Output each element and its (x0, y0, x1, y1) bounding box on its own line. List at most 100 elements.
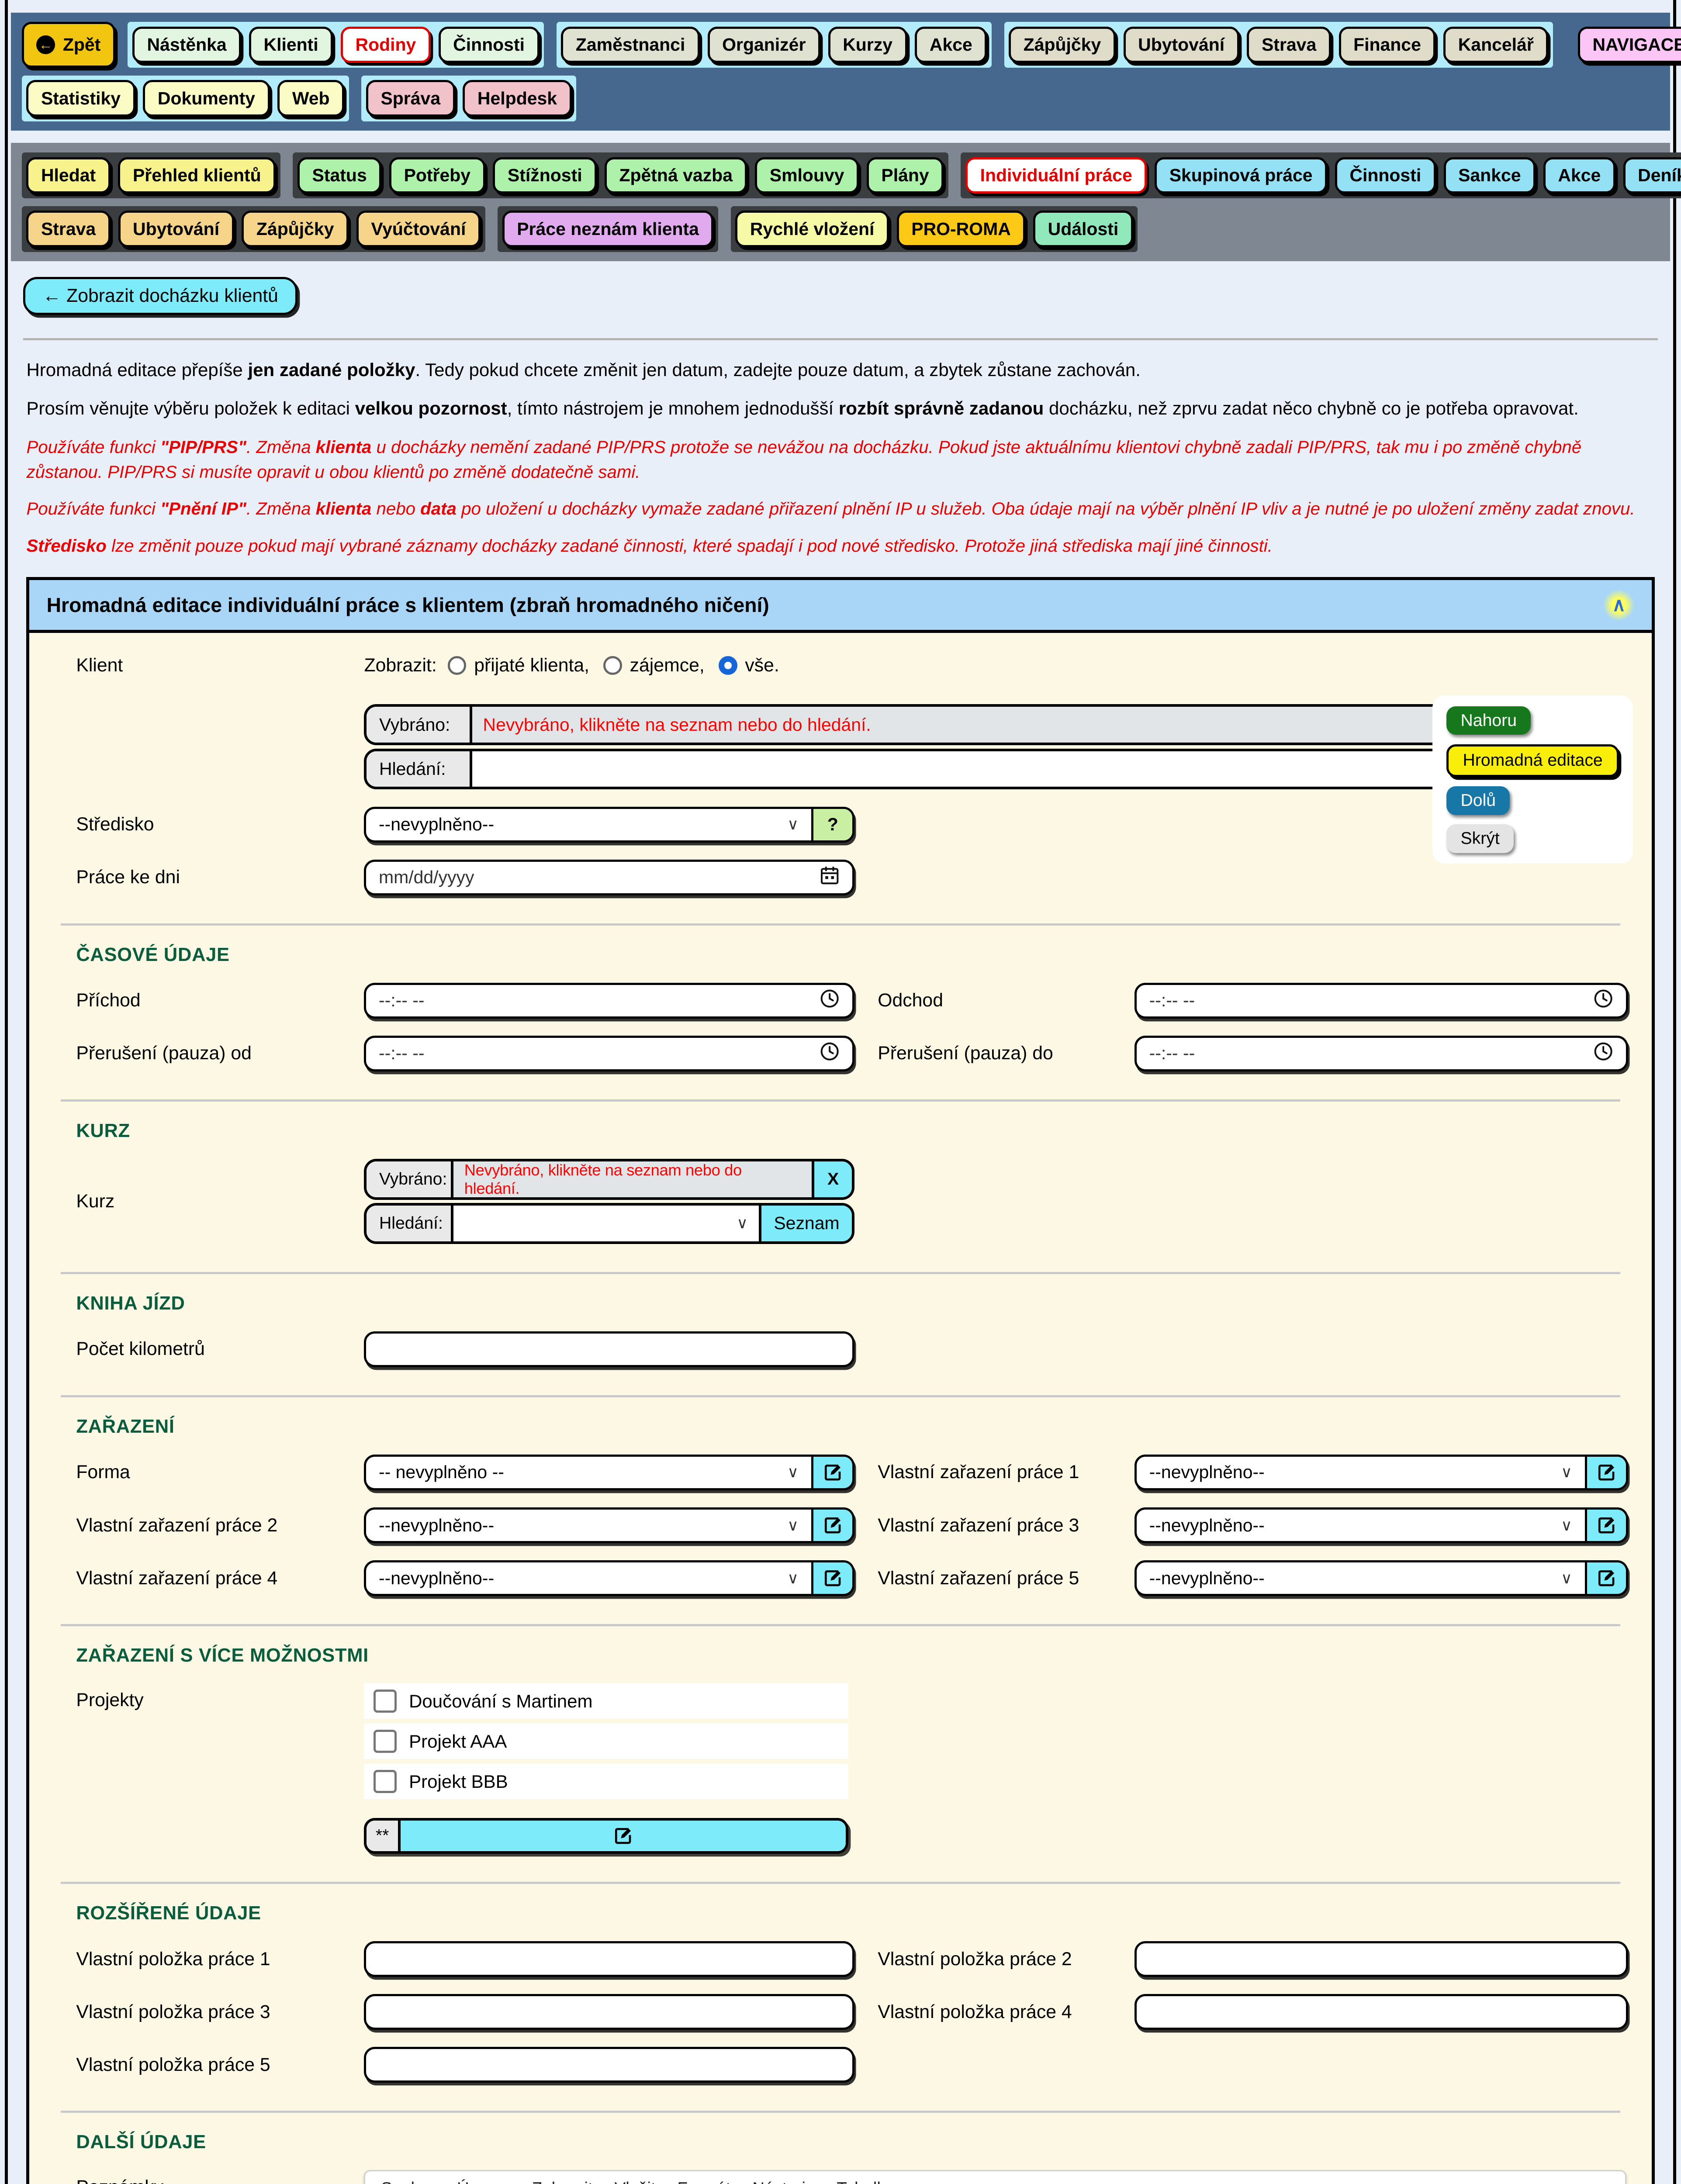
vlastni-zarazeni-prace-3-select[interactable]: --nevyplněno--∨ (1135, 1507, 1628, 1543)
vlastni-zarazeni-prace-4-select[interactable]: --nevyplněno--∨ (364, 1560, 854, 1596)
editor-menu-format[interactable]: Formát (678, 2179, 731, 2184)
checkbox-option-doucovani-s-martinem[interactable]: Doučování s Martinem (364, 1683, 848, 1719)
kurz-selected-row[interactable]: Vybráno: Nevybráno, klikněte na seznam n… (364, 1159, 854, 1200)
nav-button-kurzy[interactable]: Kurzy (828, 27, 907, 63)
nav-button-helpdesk[interactable]: Helpdesk (463, 80, 571, 117)
nav-button-zapujcky[interactable]: Zápůjčky (242, 211, 349, 247)
editor-menu-zobrazit[interactable]: Zobrazit (532, 2179, 593, 2184)
editor-menu-upravy[interactable]: Úpravy (457, 2179, 510, 2184)
nav-button-dokumenty[interactable]: Dokumenty (143, 80, 270, 117)
nav-button-udalosti[interactable]: Události (1033, 211, 1133, 247)
nav-button-sprava[interactable]: Správa (366, 80, 455, 117)
collapse-chevron-icon[interactable]: ∧ (1603, 590, 1634, 621)
top-navigation: ←Zpět NástěnkaKlientiRodinyČinnosti Zaměst… (11, 13, 1670, 131)
stredisko-help-button[interactable]: ? (811, 809, 852, 840)
radio-prijate-klienta[interactable]: přijaté klienta, (448, 655, 589, 676)
nav-button-rodiny[interactable]: Rodiny (341, 27, 431, 63)
vlastni-zarazeni-prace-2-select[interactable]: --nevyplněno--∨ (364, 1507, 854, 1543)
nav-button-zamestnanci[interactable]: Zaměstnanci (561, 27, 699, 63)
klient-selected-row[interactable]: Vybráno: Nevybráno, klikněte na seznam n… (364, 704, 1519, 745)
vlastni-zarazeni-prace-4-edit-button[interactable] (811, 1562, 852, 1594)
main-content: ← Zobrazit docházku klientů Hromadná edi… (8, 261, 1674, 2184)
nav-button-pro-roma[interactable]: PRO-ROMA (897, 211, 1026, 247)
nav-button-kancelar[interactable]: Kancelář (1443, 27, 1548, 63)
nav-button-cinnosti[interactable]: Činnosti (1335, 157, 1436, 194)
nav-button-klienti[interactable]: Klienti (249, 27, 333, 63)
radio-vse[interactable]: vše. (719, 655, 779, 676)
stredisko-select[interactable]: --nevyplněno--∨ ? (364, 807, 854, 843)
nav-button-stiznosti[interactable]: Stížnosti (493, 157, 597, 194)
show-attendance-button[interactable]: ← Zobrazit docházku klientů (23, 277, 297, 315)
nav-button-deniky[interactable]: Deníky (1623, 157, 1681, 194)
side-nahoru-button[interactable]: Nahoru (1446, 706, 1531, 735)
klient-search-input[interactable] (472, 751, 1517, 787)
checkbox-option-projekt-bbb[interactable]: Projekt BBB (364, 1764, 848, 1799)
editor-menu-tabulka[interactable]: Tabulka (837, 2179, 895, 2184)
editor-menu-vlozit[interactable]: Vložit (615, 2179, 656, 2184)
prace-ke-dni-date-input[interactable]: mm/dd/yyyy (364, 860, 854, 895)
nav-button-status[interactable]: Status (297, 157, 381, 194)
vlastni-zarazeni-prace-3-edit-button[interactable] (1585, 1510, 1626, 1541)
nav-button-nastenka[interactable]: Nástěnka (132, 27, 241, 63)
nav-button-potreby[interactable]: Potřeby (389, 157, 485, 194)
vlastni-polozka-prace-3-input[interactable] (364, 1994, 854, 2030)
nav-button-zapujcky[interactable]: Zápůjčky (1009, 27, 1116, 63)
nav-button-ubytovani[interactable]: Ubytování (1124, 27, 1239, 63)
editor-menu-nastroje[interactable]: Nástroje (752, 2179, 815, 2184)
editor-menu-soubor[interactable]: Soubor (381, 2179, 435, 2184)
nav-button-finance[interactable]: Finance (1339, 27, 1436, 63)
nav-button-plany[interactable]: Plány (867, 157, 944, 194)
vlastni-zarazeni-prace-1-select[interactable]: --nevyplněno--∨ (1135, 1455, 1628, 1490)
nav-button-zpetna-vazba[interactable]: Zpětná vazba (605, 157, 747, 194)
nav-button-strava[interactable]: Strava (26, 211, 110, 247)
nav-button-rychle-vlozeni[interactable]: Rychlé vložení (735, 211, 889, 247)
field-label-pauza-od: Přerušení (pauza) od (76, 1043, 364, 1064)
nav-button-ubytovani[interactable]: Ubytování (118, 211, 234, 247)
vlastni-polozka-prace-4-input[interactable] (1135, 1994, 1628, 2030)
vlastni-zarazeni-prace-1-edit-button[interactable] (1585, 1457, 1626, 1488)
nav-button-strava[interactable]: Strava (1247, 27, 1331, 63)
forma-edit-button[interactable] (811, 1457, 852, 1488)
nav-button-web[interactable]: Web (277, 80, 344, 117)
nav-button-akce[interactable]: Akce (1543, 157, 1615, 194)
vlastni-polozka-prace-1-input[interactable] (364, 1941, 854, 1977)
notes-rich-text-editor: Soubor Úpravy Zobrazit Vložit Formát Nástroje… (364, 2170, 1626, 2184)
nav-button-statistiky[interactable]: Statistiky (26, 80, 135, 117)
nav-button-smlouvy[interactable]: Smlouvy (755, 157, 859, 194)
vlastni-zarazeni-prace-2-edit-button[interactable] (811, 1510, 852, 1541)
pauza-od-time-input[interactable]: --:-- -- (364, 1036, 854, 1071)
radio-zajemce[interactable]: zájemce, (603, 655, 705, 676)
side-skryt-button[interactable]: Skrýt (1446, 824, 1513, 853)
vlastni-polozka-prace-5-input[interactable] (364, 2047, 854, 2083)
field-label-vlastni-polozka-prace-4: Vlastní položka práce 4 (854, 2001, 1135, 2023)
vlastni-zarazeni-prace-5-select[interactable]: --nevyplněno--∨ (1135, 1560, 1628, 1596)
kurz-seznam-button[interactable]: Seznam (759, 1206, 852, 1241)
forma-select[interactable]: -- nevyplněno --∨ (364, 1455, 854, 1490)
side-dolu-button[interactable]: Dolů (1446, 786, 1510, 815)
prichod-time-input[interactable]: --:-- -- (364, 983, 854, 1019)
nav-button-cinnosti[interactable]: Činnosti (439, 27, 540, 63)
nav-button-akce[interactable]: Akce (915, 27, 987, 63)
nav-button-prehled-klientu[interactable]: Přehled klientů (118, 157, 276, 194)
nav-button-navigace[interactable]: NAVIGACE (1578, 27, 1681, 63)
section-divider (61, 1624, 1621, 1626)
projekty-edit-button[interactable] (401, 1821, 846, 1851)
odchod-time-input[interactable]: --:-- -- (1135, 983, 1628, 1019)
checkbox-option-projekt-aaa[interactable]: Projekt AAA (364, 1724, 848, 1759)
pauza-do-time-input[interactable]: --:-- -- (1135, 1036, 1628, 1071)
vlastni-polozka-prace-2-input[interactable] (1135, 1941, 1628, 1977)
kurz-clear-button[interactable]: X (812, 1161, 852, 1197)
nav-button-vyuctovani[interactable]: Vyúčtování (356, 211, 481, 247)
nav-button-sankce[interactable]: Sankce (1444, 157, 1536, 194)
nav-button-hledat[interactable]: Hledat (26, 157, 110, 194)
nav-button-zpet[interactable]: ←Zpět (22, 22, 115, 68)
nav-button-organizer[interactable]: Organizér (708, 27, 820, 63)
calendar-icon[interactable] (820, 865, 840, 890)
nav-button-prace-neznam-klienta[interactable]: Práce neznám klienta (502, 211, 714, 247)
nav-button-skupinova-prace[interactable]: Skupinová práce (1155, 157, 1327, 194)
kurz-search-select[interactable]: ∨ (453, 1206, 759, 1241)
side-hromadna-editace-button[interactable]: Hromadná editace (1446, 744, 1619, 777)
pocet-kilometru-input[interactable] (364, 1331, 854, 1367)
vlastni-zarazeni-prace-5-edit-button[interactable] (1585, 1562, 1626, 1594)
nav-button-individualni-prace[interactable]: Individuální práce (965, 157, 1147, 194)
